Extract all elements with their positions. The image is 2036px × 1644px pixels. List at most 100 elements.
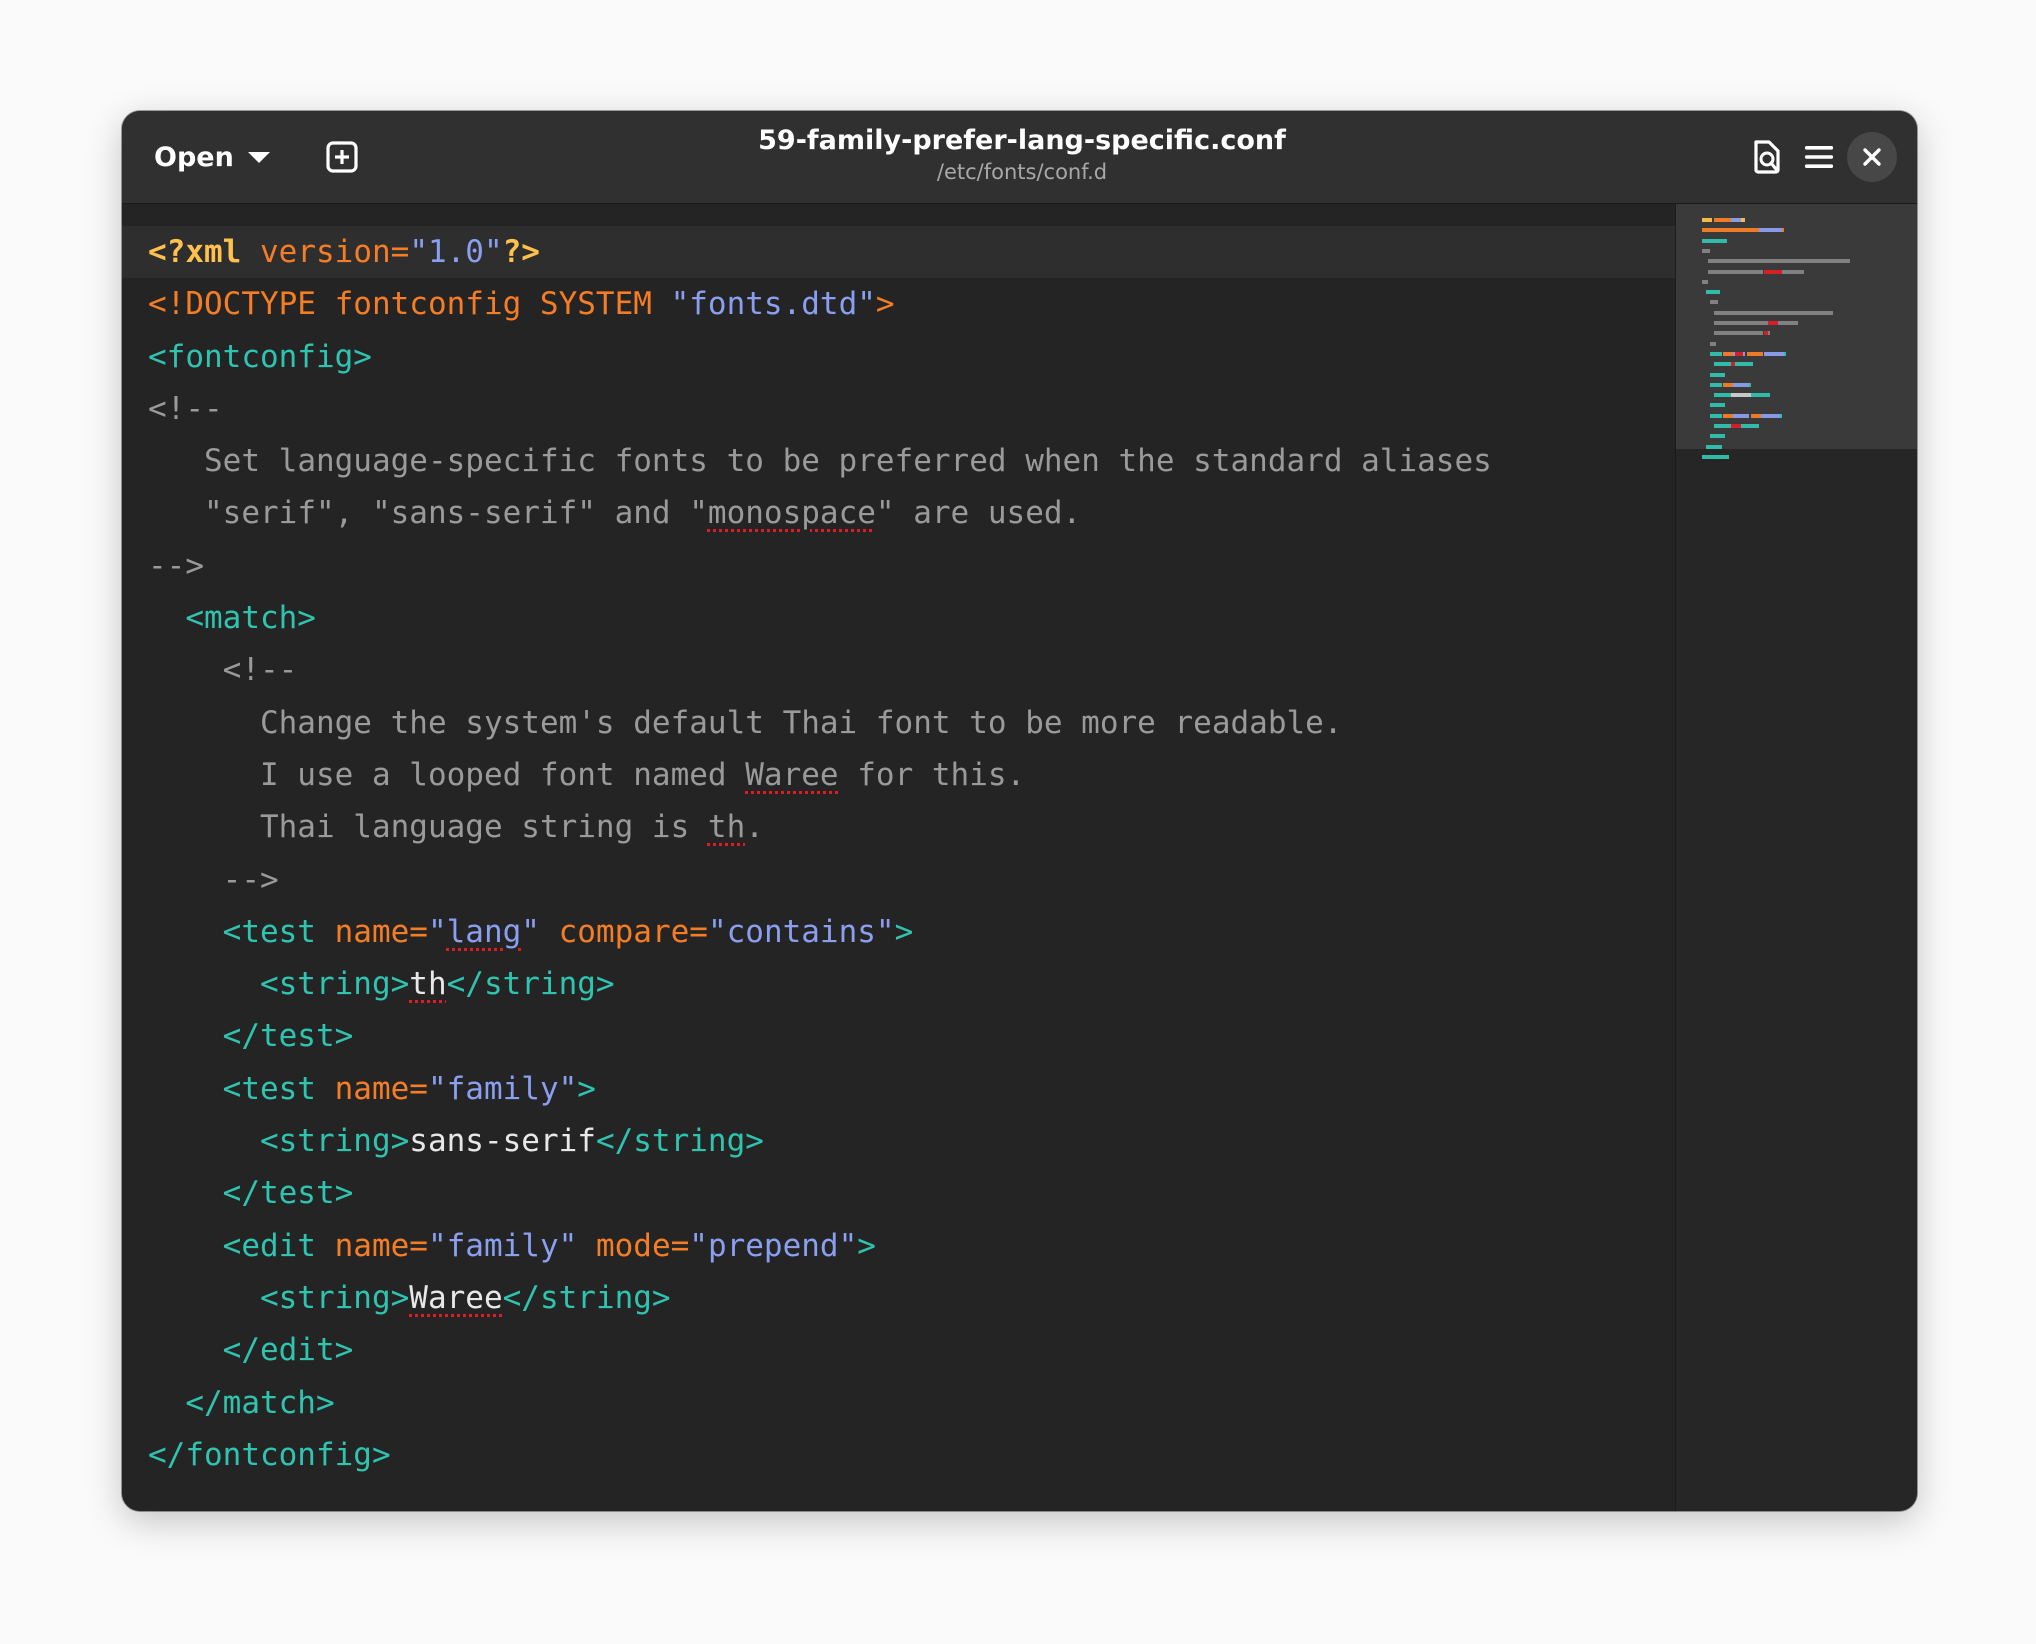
code-line[interactable]: --> [148,540,1492,592]
code-line[interactable]: <fontconfig> [148,331,1492,383]
code-line[interactable]: <!DOCTYPE fontconfig SYSTEM "fonts.dtd"> [148,278,1492,330]
code-token: <test [222,1070,335,1107]
source-view[interactable]: <?xml version="1.0"?> <!DOCTYPE fontconfi… [122,204,1675,1511]
code-token: Thai language string is [259,809,708,846]
minimap-mark [1749,382,1752,387]
code-token: compare= [558,913,708,950]
code-line[interactable]: <test name="lang" compare="contains"> [148,906,1492,958]
code-line[interactable]: </match> [148,1377,1492,1429]
code-line[interactable]: <edit name="family" mode="prepend"> [148,1220,1492,1272]
code-line[interactable]: "serif", "sans-serif" and "monospace" ar… [148,487,1492,539]
code-text[interactable]: <?xml version="1.0"?> <!DOCTYPE fontconfi… [148,226,1492,1481]
code-line[interactable]: I use a looped font named Waree for this… [148,749,1492,801]
code-line[interactable]: </test> [148,1010,1492,1062]
minimap-mark [1702,248,1711,253]
code-line[interactable]: --> [148,854,1492,906]
code-token: </string> [446,966,615,1003]
minimap-mark [1781,228,1784,233]
code-line[interactable]: <!-- [148,644,1492,696]
code-line[interactable]: <string>sans-serif</string> [148,1115,1492,1167]
code-line[interactable]: <test name="family"> [148,1063,1492,1115]
code-token: mode= [595,1227,690,1264]
code-line[interactable]: <?xml version="1.0"?> [148,226,1492,278]
code-token: " [521,913,540,950]
code-line[interactable]: Set language-specific fonts to be prefer… [148,435,1492,487]
document-status-button[interactable] [1738,131,1796,183]
code-token: <test [222,913,335,950]
minimap-mark [1759,228,1782,233]
minimap-mark [1779,413,1782,418]
code-token: sans-serif [409,1123,596,1160]
minimap-mark [1702,218,1713,222]
minimap-mark [1710,413,1723,418]
text-editor-window: Open 59-family-prefer-lang-specific.conf… [122,111,1917,1511]
code-token: <fontconfig> [148,338,372,375]
minimap-mark [1714,424,1731,428]
code-token: </match> [185,1384,335,1421]
code-line[interactable]: <!-- [148,383,1492,435]
code-token: name= [334,1070,428,1107]
code-token: > [857,1227,876,1264]
code-line[interactable]: </edit> [148,1324,1492,1376]
code-line[interactable]: </test> [148,1167,1492,1219]
new-tab-button[interactable] [310,131,374,183]
close-button[interactable] [1847,132,1897,182]
misspelled-word: th [707,809,746,846]
code-token: <string> [259,1279,410,1316]
code-token: for this. [838,756,1026,793]
minimap-mark [1702,454,1729,459]
code-token: name= [334,913,428,950]
minimap-mark [1763,269,1782,274]
code-token: version= [260,234,410,270]
code-token: </string> [595,1123,764,1160]
code-line[interactable]: Change the system's default Thai font to… [148,697,1492,749]
code-token: > [894,913,914,950]
code-token: </fontconfig> [148,1436,391,1473]
minimap-mark [1710,341,1717,346]
main-menu-button[interactable] [1790,131,1848,183]
code-token: "prepend" [689,1227,858,1264]
document-path: /etc/fonts/conf.d [936,160,1108,184]
code-token: Change the system's default Thai font to… [259,704,1343,741]
open-button[interactable]: Open [136,131,288,183]
minimap-mark [1708,259,1850,264]
minimap-mark [1706,290,1721,295]
minimap-mark [1710,372,1725,377]
document-icon [1754,140,1780,174]
code-token: "contains" [707,913,895,950]
code-token: I use a looped font named [259,756,746,793]
code-token: </test> [222,1175,354,1212]
code-token: </test> [222,1018,354,1055]
code-token: "family" [427,1070,578,1107]
hamburger-menu-icon [1805,146,1833,168]
code-token: ?> [502,234,540,270]
minimap-mark [1730,393,1752,398]
code-line[interactable]: <string>th</string> [148,958,1492,1010]
minimap-mark [1732,413,1750,418]
code-token: <edit [222,1227,335,1264]
minimap-mark [1708,269,1764,274]
tab-new-icon [326,141,358,173]
code-token: </edit> [222,1332,354,1369]
minimap-mark [1722,351,1733,356]
code-token: > [875,286,895,323]
code-line[interactable]: Thai language string is th. [148,801,1492,853]
minimap-mark [1710,403,1725,408]
minimap-mark [1743,351,1746,356]
code-token: Set language-specific fonts to be prefer… [204,443,1492,480]
minimap[interactable] [1675,204,1917,1511]
code-token: <!-- [148,390,223,427]
code-line[interactable]: <string>Waree</string> [148,1272,1492,1324]
header-bar: Open 59-family-prefer-lang-specific.conf… [122,111,1917,204]
minimap-mark [1722,382,1733,387]
code-line[interactable]: </fontconfig> [148,1429,1492,1481]
code-line[interactable]: <match> [148,592,1492,644]
misspelled-word: monospace [707,495,876,532]
open-button-label: Open [154,141,234,173]
window-title-block: 59-family-prefer-lang-specific.conf /etc… [642,123,1402,185]
minimap-mark [1777,321,1799,325]
minimap-mark [1734,351,1743,356]
minimap-mark [1714,218,1731,222]
